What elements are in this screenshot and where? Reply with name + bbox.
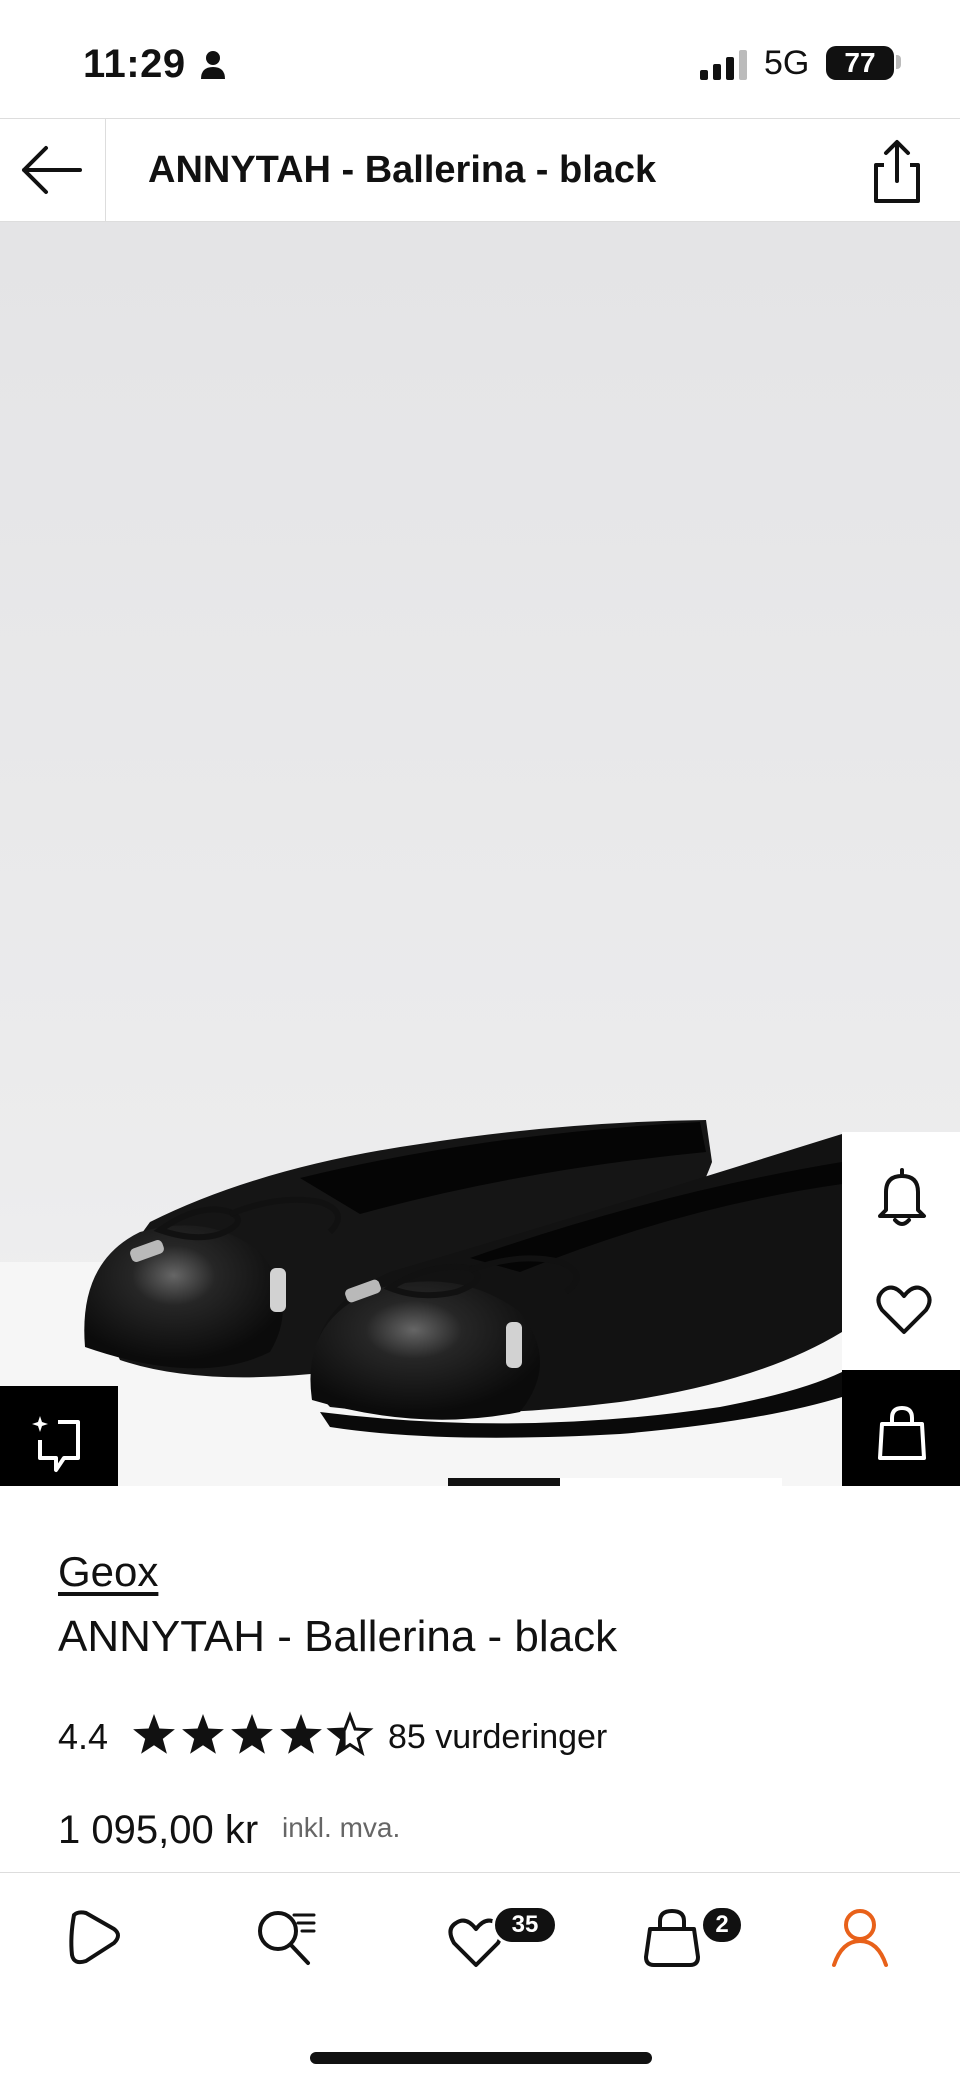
brand-link[interactable]: Geox [58,1548,158,1596]
network-label: 5G [764,44,810,82]
price: 1 095,00 kr [58,1808,259,1852]
home-icon [69,1910,120,1965]
notify-button[interactable] [842,1132,960,1250]
star-3 [231,1714,273,1754]
star-2 [182,1714,224,1754]
bag-count-badge: 2 [700,1905,744,1945]
tab-wishlist[interactable]: 35 [426,1901,558,1981]
person-icon [201,51,225,79]
shoe-image [84,1120,842,1438]
signal-icon [700,50,747,80]
share-button[interactable] [862,137,932,207]
star-rating [133,1711,374,1757]
bell-icon [878,1168,926,1226]
star-4 [280,1714,322,1754]
tab-home[interactable] [42,1901,152,1981]
visual-search-button[interactable] [0,1386,118,1486]
status-time: 11:29 [83,42,186,86]
review-count: 85 vurderinger [388,1718,608,1756]
home-indicator [310,2052,652,2064]
visual-search-icon [32,1416,80,1472]
share-icon [874,140,920,203]
battery-nub [896,55,901,69]
wishlist-count-badge: 35 [492,1905,558,1945]
back-button[interactable] [0,119,106,221]
vat-note: inkl. mva. [282,1812,401,1843]
wishlist-button[interactable] [842,1250,960,1370]
search-list-icon [258,1911,316,1965]
star-5 [326,1711,374,1757]
tab-profile[interactable] [808,1901,918,1981]
side-actions [842,1132,960,1486]
star-1 [133,1714,175,1754]
tab-search[interactable] [232,1901,342,1981]
bag-icon [644,1908,700,1967]
profile-icon [832,1909,888,1967]
heart-icon [876,1285,932,1334]
product-name: ANNYTAH - Ballerina - black [58,1612,618,1661]
arrow-left-icon [22,146,82,194]
rating-value: 4.4 [58,1716,109,1757]
tab-bar: 35 2 [0,1872,960,2079]
tab-bag[interactable]: 2 [620,1901,744,1981]
nav-header: ANNYTAH - Ballerina - black [0,118,960,222]
image-pager-active [448,1478,560,1486]
status-bar: 11:29 5G 77 [0,0,960,118]
add-to-bag-button[interactable] [842,1370,960,1486]
shopping-bag-icon [878,1406,926,1460]
battery-icon: 77 [826,46,894,80]
product-image[interactable] [0,222,960,1486]
page-title: ANNYTAH - Ballerina - black [148,149,657,191]
image-pager-track [560,1478,782,1486]
